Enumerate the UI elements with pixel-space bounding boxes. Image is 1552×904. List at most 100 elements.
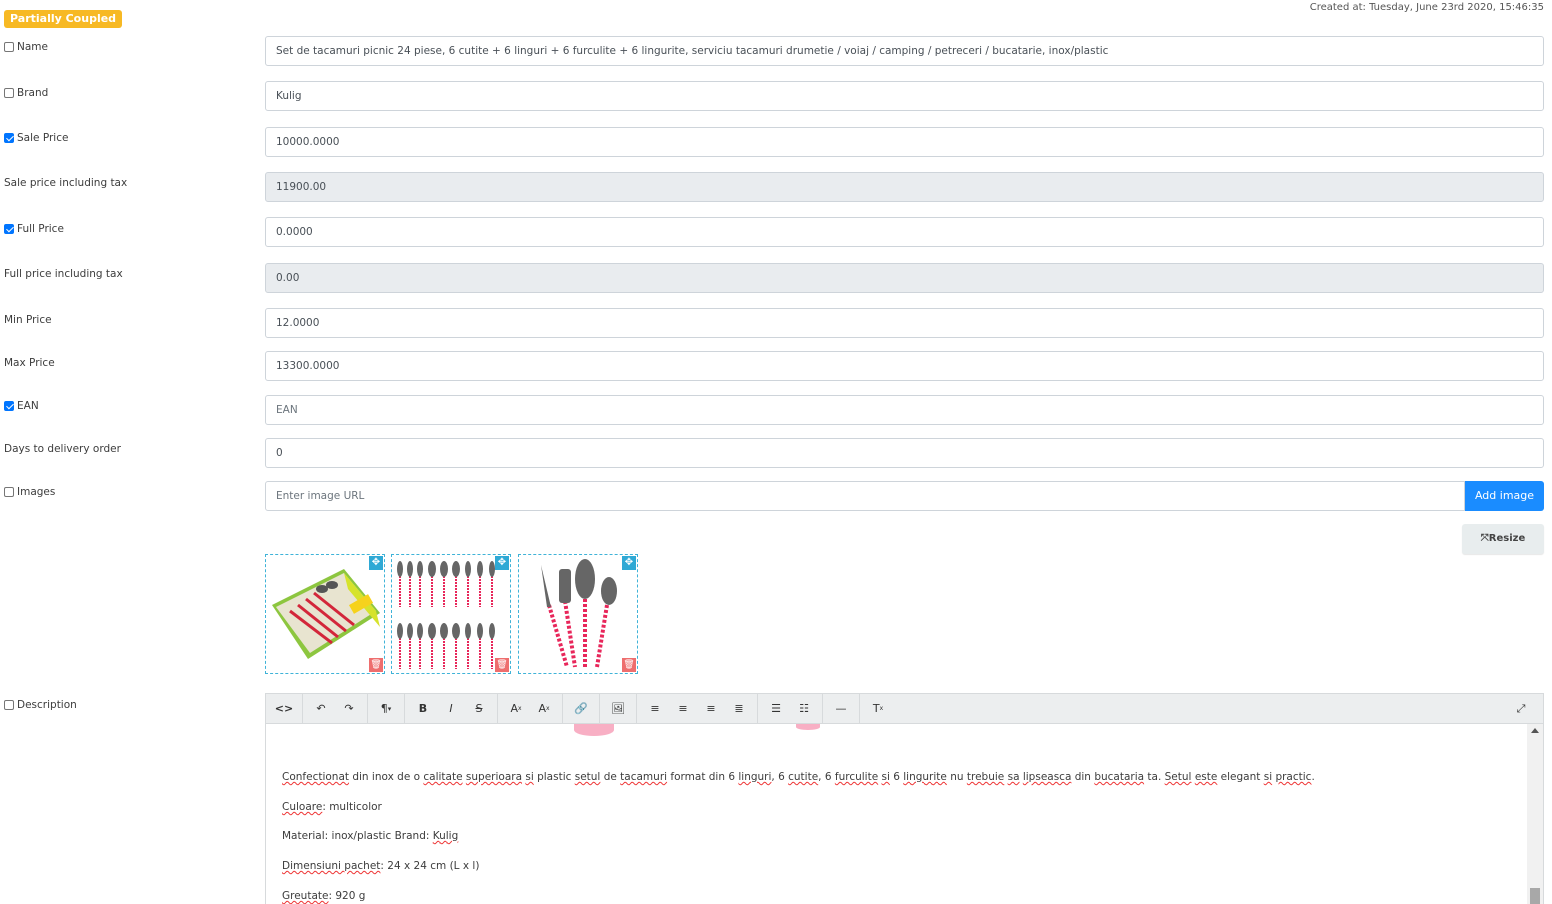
brand-label[interactable]: Brand [4,87,48,99]
editor-word: furculite [834,771,879,783]
max-price-label: Max Price [4,357,55,369]
bold-icon[interactable]: B [409,695,437,723]
code-view-icon[interactable]: <> [270,695,298,723]
paragraph-icon[interactable]: ¶ ▾ [372,695,400,723]
italic-icon[interactable]: I [437,695,465,723]
full-price-label[interactable]: Full Price [4,223,64,235]
editor-scrollbar[interactable] [1527,724,1543,904]
align-justify-icon[interactable]: ≣ [725,695,753,723]
strikethrough-icon[interactable]: S [465,695,493,723]
editor-toolbar: <> ↶ ↷ ¶ ▾ B I S Ax Ax 🔗 🖼 ≡ ≡ ≡ ≣ ☰ ☷ — … [265,693,1544,724]
editor-word: calitate [423,771,463,783]
editor-paragraph: Confectionat din inox de o calitate supe… [282,771,1315,783]
align-right-icon[interactable]: ≡ [697,695,725,723]
cutlery-box-image [272,569,380,659]
trash-icon[interactable]: 🗑 [369,658,383,672]
editor-word: este [1194,771,1218,783]
name-input[interactable]: Set de tacamuri picnic 24 piese, 6 cutit… [265,36,1544,66]
editor-word: din [1071,771,1095,783]
clear-format-icon[interactable]: Tx [864,695,892,723]
editor-word: Setul [1164,771,1192,783]
max-price-input[interactable]: 13300.0000 [265,351,1544,381]
image-fragment [574,724,614,736]
image-thumbnail[interactable]: ✥ 🗑 [518,554,638,674]
sale-price-tax-label: Sale price including tax [4,177,128,189]
move-icon[interactable]: ✥ [495,556,509,570]
subscript-icon[interactable]: Ax [530,695,558,723]
description-checkbox[interactable] [4,700,14,710]
images-checkbox[interactable] [4,487,14,497]
ean-input[interactable]: EAN [265,395,1544,425]
cutlery-set-image [541,559,617,668]
brand-input[interactable]: Kulig [265,81,1544,111]
image-url-input[interactable]: Enter image URL [265,481,1465,511]
undo-icon[interactable]: ↶ [307,695,335,723]
min-price-input[interactable]: 12.0000 [265,308,1544,338]
sale-price-label[interactable]: Sale Price [4,132,68,144]
editor-word: nu [946,771,967,783]
fullscreen-icon[interactable]: ⤢ [1507,695,1535,723]
editor-word: , 6 [771,771,789,783]
sale-price-input[interactable]: 10000.0000 [265,127,1544,157]
move-icon[interactable]: ✥ [622,556,636,570]
name-label[interactable]: Name [4,41,48,53]
image-thumbnail[interactable]: ✥ 🗑 [265,554,385,674]
resize-button[interactable]: ⤧Resize [1462,524,1544,554]
editor-word: de [600,771,621,783]
editor-word: din inox de o [349,771,424,783]
editor-word: plastic [533,771,575,783]
horizontal-rule-icon[interactable]: — [827,695,855,723]
ean-checkbox[interactable] [4,401,14,411]
trash-icon[interactable]: 🗑 [622,658,636,672]
sale-price-checkbox[interactable] [4,133,14,143]
editor-paragraph: Culoare: multicolor [282,801,382,813]
redo-icon[interactable]: ↷ [335,695,363,723]
editor-paragraph: Dimensiuni pachet: 24 x 24 cm (L x l) [282,860,480,872]
editor-word: lipseasca [1022,771,1072,783]
brand-checkbox[interactable] [4,88,14,98]
editor-word: trebuie [966,771,1005,783]
link-icon[interactable]: 🔗 [567,695,595,723]
editor-word: format din 6 [667,771,739,783]
images-label[interactable]: Images [4,486,55,498]
coupling-status-badge: Partially Coupled [4,10,123,28]
editor-word: Confectionat [282,771,350,783]
description-label[interactable]: Description [4,699,77,711]
min-price-label: Min Price [4,314,52,326]
editor-word: . [1311,771,1315,783]
created-timestamp: Created at: Tuesday, June 23rd 2020, 15:… [1309,2,1544,13]
full-price-input[interactable]: 0.0000 [265,217,1544,247]
ean-label[interactable]: EAN [4,400,39,412]
superscript-icon[interactable]: Ax [502,695,530,723]
editor-word: cutite [788,771,819,783]
full-price-tax-label: Full price including tax [4,268,123,280]
editor-word: lingurite [903,771,947,783]
unordered-list-icon[interactable]: ☰ [762,695,790,723]
full-price-checkbox[interactable] [4,224,14,234]
image-thumbnail[interactable]: ✥ 🗑 [391,554,511,674]
align-left-icon[interactable]: ≡ [641,695,669,723]
scroll-thumb[interactable] [1530,888,1540,904]
add-image-button[interactable]: Add image [1465,481,1544,511]
editor-word: setul [574,771,601,783]
name-checkbox[interactable] [4,42,14,52]
days-delivery-input[interactable]: 0 [265,438,1544,468]
editor-word: bucataria [1094,771,1145,783]
ordered-list-icon[interactable]: ☷ [790,695,818,723]
cutlery-grid-image [397,561,495,669]
editor-word: ta. [1144,771,1165,783]
editor-word: superioara [465,771,523,783]
description-editor[interactable]: Confectionat din inox de o calitate supe… [265,724,1544,904]
sale-price-tax-input: 11900.00 [265,172,1544,202]
editor-word: si [1263,771,1273,783]
editor-paragraph: Material: inox/plastic Brand: Kulig [282,830,459,842]
editor-word: practic [1275,771,1312,783]
align-center-icon[interactable]: ≡ [669,695,697,723]
trash-icon[interactable]: 🗑 [495,658,509,672]
scroll-up-icon[interactable] [1531,728,1539,733]
move-icon[interactable]: ✥ [369,556,383,570]
image-icon[interactable]: 🖼 [604,695,632,723]
editor-word: , 6 [818,771,835,783]
editor-word: sa [1007,771,1020,783]
editor-word: 6 [889,771,904,783]
